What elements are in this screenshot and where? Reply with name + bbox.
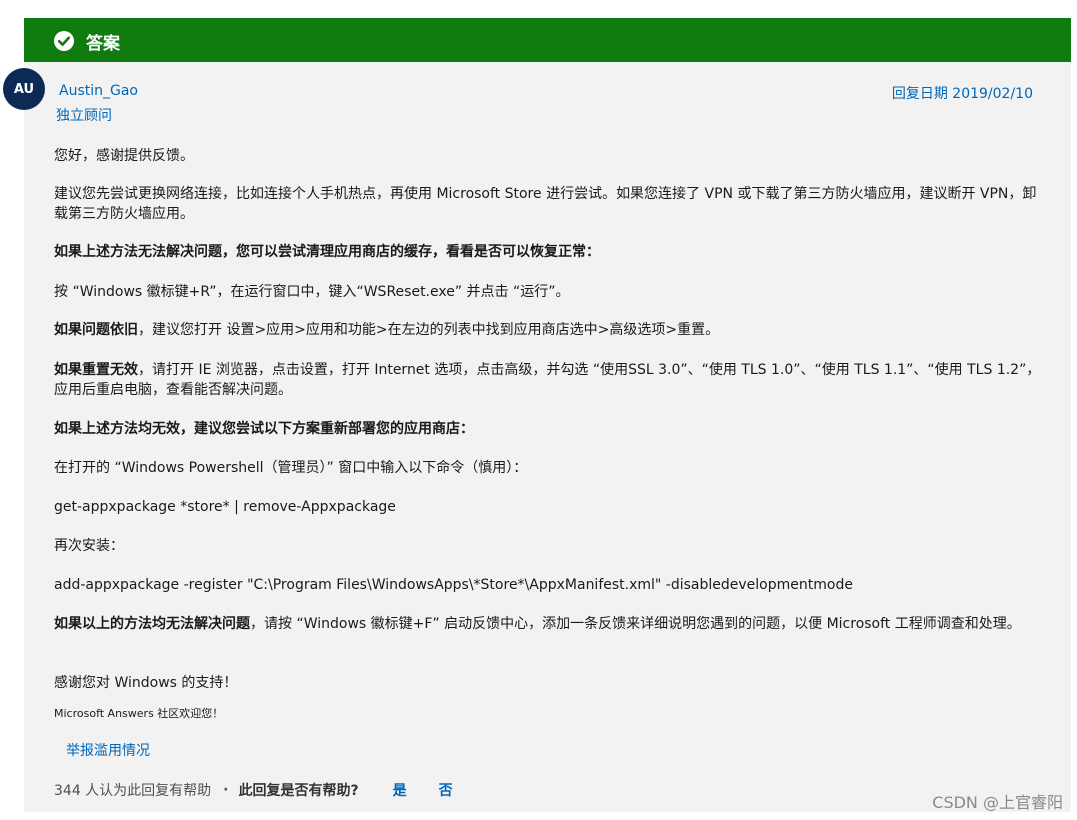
feedback-paragraph-bold: 如果以上的方法均无法解决问题	[54, 616, 250, 632]
csdn-watermark: CSDN @上官睿阳	[932, 793, 1063, 812]
add-command: add-appxpackage -register "C:\Program Fi…	[54, 577, 853, 593]
report-abuse-link[interactable]: 举报滥用情况	[66, 740, 150, 760]
reset-paragraph-text: ，建议您打开 设置>应用>应用和功能>在左边的列表中找到应用商店选中>高级选项>…	[138, 322, 720, 338]
redeploy-heading: 如果上述方法均无效，建议您尝试以下方案重新部署您的应用商店：	[54, 419, 1044, 439]
feedback-paragraph: 如果以上的方法均无法解决问题，请按 “Windows 徽标键+F” 启动反馈中心…	[54, 614, 1044, 634]
helpful-yes-button[interactable]: 是	[393, 780, 407, 800]
helpful-footer: 344 人认为此回复有帮助 · 此回复是否有帮助? 是 否	[54, 780, 453, 800]
ie-paragraph: 如果重置无效，请打开 IE 浏览器，点击设置，打开 Internet 选项，点击…	[54, 360, 1044, 400]
reset-paragraph-bold: 如果问题依旧	[54, 322, 138, 338]
author-role: 独立顾问	[56, 108, 112, 124]
answer-card: 答案 回复日期 2019/02/10 Austin_Gao 独立顾问 您好，感谢…	[24, 18, 1071, 812]
redeploy-heading-text: 如果上述方法均无效，建议您尝试以下方案重新部署您的应用商店：	[54, 421, 474, 437]
answer-label: 答案	[86, 34, 120, 54]
feedback-paragraph-text: ，请按 “Windows 徽标键+F” 启动反馈中心，添加一条反馈来详细说明您遇…	[250, 616, 1021, 632]
avatar[interactable]: AU	[3, 68, 45, 110]
check-circle-icon	[54, 31, 74, 51]
ie-paragraph-text: ，请打开 IE 浏览器，点击设置，打开 Internet 选项，点击高级，并勾选…	[54, 362, 1041, 398]
answer-banner: 答案	[24, 18, 1071, 62]
reset-paragraph: 如果问题依旧，建议您打开 设置>应用>应用和功能>在左边的列表中找到应用商店选中…	[54, 320, 1044, 340]
welcome-text: Microsoft Answers 社区欢迎您！	[54, 707, 224, 720]
thanks-paragraph: 感谢您对 Windows 的支持！	[54, 675, 238, 691]
powershell-paragraph: 在打开的 “Windows Powershell（管理员）” 窗口中输入以下命令…	[54, 460, 528, 476]
helpful-question: 此回复是否有帮助?	[238, 783, 359, 799]
helpful-count: 344 人认为此回复有帮助	[54, 783, 212, 799]
cache-heading: 如果上述方法无法解决问题，您可以尝试清理应用商店的缓存，看看是否可以恢复正常：	[54, 242, 1044, 262]
author-name-link[interactable]: Austin_Gao	[59, 83, 138, 99]
wsreset-paragraph: 按 “Windows 徽标键+R”，在运行窗口中，键入“WSReset.exe”…	[54, 284, 570, 300]
reinstall-label: 再次安装：	[54, 538, 124, 554]
cache-heading-text: 如果上述方法无法解决问题，您可以尝试清理应用商店的缓存，看看是否可以恢复正常：	[54, 244, 600, 260]
ie-paragraph-bold: 如果重置无效	[54, 362, 138, 378]
greeting-paragraph: 您好，感谢提供反馈。	[54, 148, 194, 164]
network-paragraph: 建议您先尝试更换网络连接，比如连接个人手机热点，再使用 Microsoft St…	[54, 186, 1037, 222]
reply-date: 回复日期 2019/02/10	[891, 86, 1033, 102]
footer-separator: ·	[223, 782, 229, 798]
remove-command: get-appxpackage *store* | remove-Appxpac…	[54, 499, 396, 515]
helpful-no-button[interactable]: 否	[439, 780, 453, 800]
